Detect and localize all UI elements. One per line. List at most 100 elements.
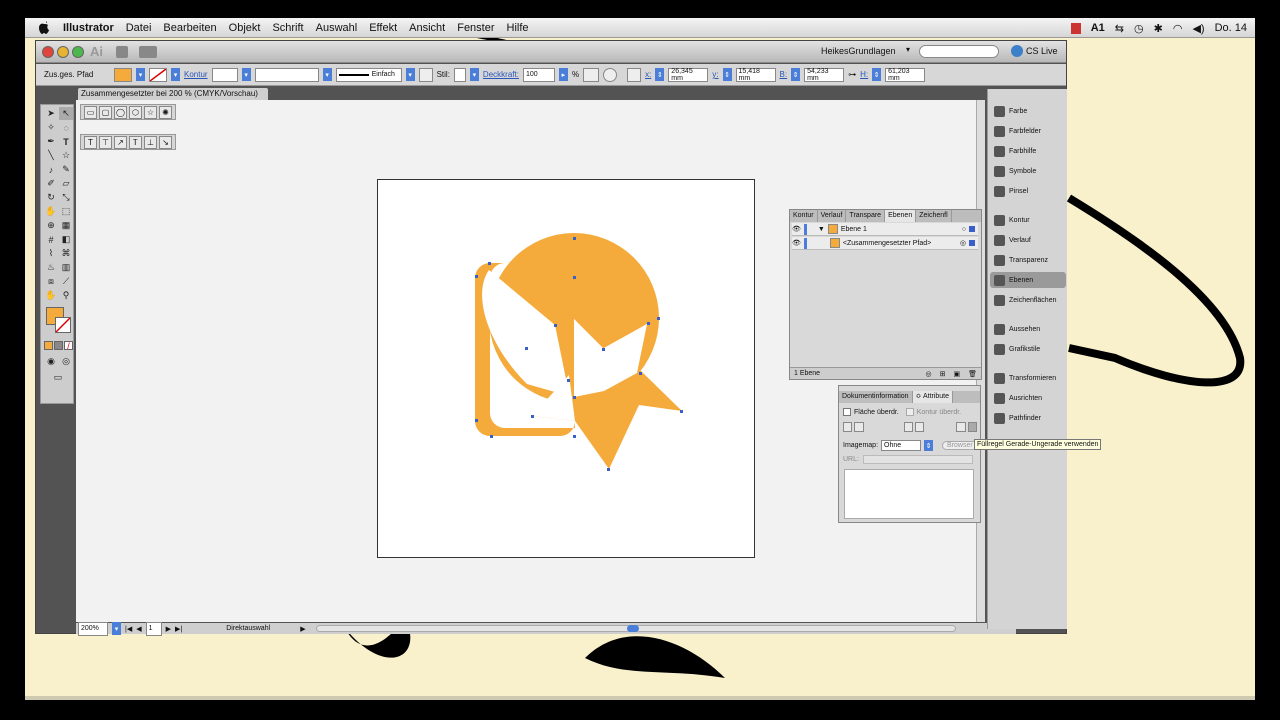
draw-normal-icon[interactable]: ◉	[44, 355, 58, 368]
selection-indicator-icon[interactable]	[969, 226, 975, 232]
dock-item-farbe[interactable]: Farbe	[990, 103, 1066, 119]
dock-item-kontur[interactable]: Kontur	[990, 212, 1066, 228]
eraser-icon[interactable]: ▱	[59, 177, 73, 190]
stroke-color-box[interactable]	[55, 317, 71, 333]
b-label[interactable]: B:	[780, 70, 788, 79]
gradient-mode-icon[interactable]	[54, 341, 63, 350]
sync-icon[interactable]: ⇆	[1115, 22, 1124, 35]
current-tool-status[interactable]: Direktauswahl	[226, 625, 296, 632]
warp-tool-icon[interactable]: ✋	[44, 205, 58, 218]
recolor-artwork-icon[interactable]	[418, 67, 433, 82]
cs-live-icon[interactable]	[1011, 45, 1023, 57]
vertical-path-type-icon[interactable]: ↘	[159, 136, 172, 149]
blob-brush-icon[interactable]: ✐	[44, 177, 58, 190]
isolate-icon[interactable]	[603, 67, 618, 82]
apple-icon[interactable]	[37, 21, 51, 35]
y-input[interactable]: 15,418 mm	[735, 67, 776, 82]
pencil-icon[interactable]: ✎	[59, 163, 73, 176]
zoom-select[interactable]: 200%	[78, 621, 108, 636]
graph-tool-icon[interactable]: ▥	[59, 261, 73, 274]
graphic-style-dropdown-icon[interactable]: ▾	[469, 68, 479, 81]
height-input[interactable]: 61,203 mm	[885, 67, 926, 82]
compound-path-artwork[interactable]	[377, 179, 755, 558]
menu-schrift[interactable]: Schrift	[266, 22, 309, 34]
stroke-weight-dropdown-icon[interactable]: ▾	[241, 68, 251, 81]
slice-tool-icon[interactable]: ⟋	[59, 275, 73, 288]
selection-indicator-icon[interactable]	[969, 240, 975, 246]
menu-ansicht[interactable]: Ansicht	[403, 22, 451, 34]
x-label[interactable]: x:	[645, 70, 651, 79]
document-tab[interactable]: Zusammengesetzter bei 200 % (CMYK/Vorsch…	[78, 88, 268, 100]
clock-icon[interactable]: ◷	[1134, 22, 1144, 35]
h-stepper-icon[interactable]: ⇕	[872, 68, 882, 81]
adobe-badge-icon[interactable]: A1	[1091, 22, 1105, 34]
bluetooth-icon[interactable]: ✱	[1154, 22, 1163, 35]
target-circle-icon[interactable]: ○	[962, 226, 966, 233]
menu-objekt[interactable]: Objekt	[223, 22, 267, 34]
polygon-tool-icon[interactable]: ⬡	[129, 106, 142, 119]
direct-selection-tool-icon[interactable]: ↖	[59, 107, 73, 120]
perspective-grid-icon[interactable]: ▦	[59, 219, 73, 232]
close-window-icon[interactable]	[42, 46, 54, 58]
imagemap-dropdown-icon[interactable]: ⇕	[924, 440, 934, 451]
layer-name[interactable]: Ebene 1	[841, 226, 867, 233]
visibility-eye-icon[interactable]: 👁	[792, 225, 801, 233]
paintbrush-icon[interactable]: ♪	[44, 163, 58, 176]
mesh-tool-icon[interactable]: #	[44, 233, 58, 246]
wifi-icon[interactable]: ◠	[1173, 22, 1183, 35]
tab-kontur[interactable]: Kontur	[790, 210, 818, 222]
rectangle-tool-icon[interactable]: ▭	[84, 106, 97, 119]
b-stepper-icon[interactable]: ⇕	[791, 68, 801, 81]
bridge-icon[interactable]	[116, 46, 128, 58]
scale-tool-icon[interactable]: ⤡	[59, 191, 73, 204]
next-artboard-icon[interactable]: ▶	[166, 625, 171, 633]
magic-wand-icon[interactable]: ✧	[44, 121, 58, 134]
dock-item-transformieren[interactable]: Transformieren	[990, 370, 1066, 386]
trash-icon[interactable]: 🗑	[968, 370, 977, 378]
opacity-input[interactable]: 100	[522, 67, 555, 82]
color-mode-icon[interactable]	[44, 341, 53, 350]
volume-icon[interactable]: ◀)	[1192, 22, 1204, 35]
tab-attribute[interactable]: ≎ Attribute	[912, 391, 954, 403]
line-tool-icon[interactable]: ╲	[44, 149, 58, 162]
expand-triangle-icon[interactable]: ▼	[818, 226, 825, 233]
deckkraft-label[interactable]: Deckkraft:	[483, 70, 519, 79]
overprint-fill-checkbox[interactable]	[843, 408, 851, 416]
eyedropper-icon[interactable]: ⌇	[44, 247, 58, 260]
scroll-thumb[interactable]	[626, 625, 639, 632]
sublayer-row[interactable]: 👁 <Zusammengesetzter Pfad> ◎	[792, 237, 978, 250]
type-icon[interactable]: T	[84, 136, 97, 149]
pen-tool-icon[interactable]: ✒	[44, 135, 58, 148]
menubar-clock[interactable]: Do. 14	[1215, 22, 1247, 34]
workspace-switcher[interactable]: HeikesGrundlagen	[821, 46, 896, 56]
tab-verlauf[interactable]: Verlauf	[818, 210, 847, 222]
overprint-stroke-checkbox[interactable]	[905, 408, 914, 416]
rotate-tool-icon[interactable]: ↻	[44, 191, 58, 204]
rounded-rectangle-tool-icon[interactable]: ▢	[99, 106, 112, 119]
reverse-path-direction-off-icon[interactable]	[903, 422, 913, 432]
type-on-path-icon[interactable]: ↗	[114, 136, 127, 149]
brush-definition-select[interactable]: Einfach	[335, 67, 402, 82]
draw-inside-icon[interactable]: ◎	[59, 355, 73, 368]
even-odd-fill-icon[interactable]	[967, 422, 977, 432]
cs-live-button[interactable]: CS Live	[1026, 46, 1058, 56]
select-similar-icon[interactable]	[583, 67, 600, 82]
dock-item-symbole[interactable]: Symbole	[990, 163, 1066, 179]
dock-item-verlauf[interactable]: Verlauf	[990, 232, 1066, 248]
kontur-label[interactable]: Kontur	[184, 70, 208, 79]
menu-fenster[interactable]: Fenster	[451, 22, 500, 34]
none-mode-icon[interactable]: /	[64, 341, 73, 351]
zoom-window-icon[interactable]	[72, 46, 84, 58]
tab-transparenz[interactable]: Transpare	[846, 210, 886, 222]
area-type-icon[interactable]: ⊤	[99, 136, 112, 149]
menu-hilfe[interactable]: Hilfe	[501, 22, 535, 34]
vertical-area-type-icon[interactable]: ⊥	[144, 136, 157, 149]
visibility-eye-icon[interactable]: 👁	[792, 239, 801, 247]
fill-dropdown-icon[interactable]: ▾	[136, 68, 145, 81]
minimize-window-icon[interactable]	[57, 46, 69, 58]
dock-item-ausrichten[interactable]: Ausrichten	[990, 390, 1066, 406]
menu-effekt[interactable]: Effekt	[363, 22, 403, 34]
screen-mode-icon[interactable]: ▭	[49, 371, 67, 384]
type-tool-icon[interactable]: T	[59, 135, 73, 148]
target-circle-icon[interactable]: ◎	[960, 239, 966, 247]
